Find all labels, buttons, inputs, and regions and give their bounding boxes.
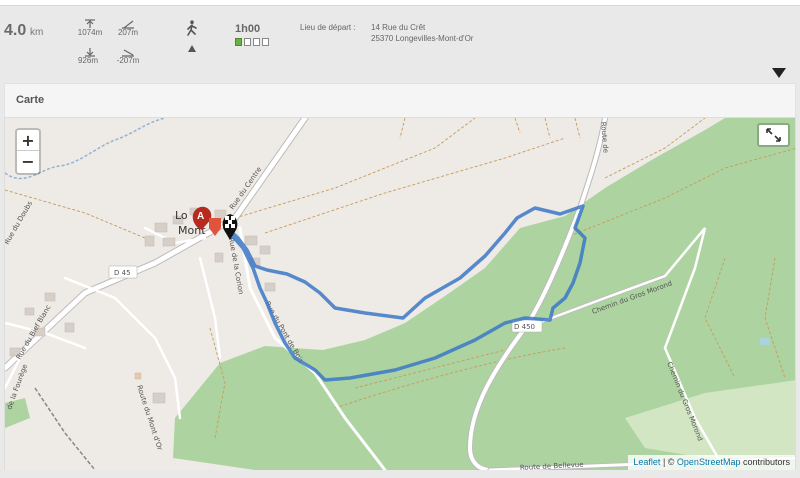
label-d450: D 450 (514, 323, 535, 331)
altitude-min: 926m (77, 56, 98, 65)
leaflet-link[interactable]: Leaflet (633, 457, 660, 467)
distance-value: 4.0 (4, 22, 27, 39)
fullscreen-icon (766, 128, 781, 142)
hiker-icon (186, 20, 198, 41)
start-marker-label: A (197, 211, 204, 222)
direction-up-icon (188, 39, 196, 57)
openstreetmap-link[interactable]: OpenStreetMap (677, 457, 741, 467)
hike-summary: 4.0 km 1074m 207m 926m -207m 1h00 Lieu d… (0, 6, 800, 82)
map-tiles: D 45 D 450 Rue du Centre Rue du Doubs Ru… (5, 118, 795, 470)
zoom-out-button[interactable]: − (17, 151, 39, 172)
map-view[interactable]: D 45 D 450 Rue du Centre Rue du Doubs Ru… (4, 118, 796, 470)
difficulty-box (262, 38, 269, 46)
elevation-gain: 207m (117, 28, 138, 37)
distance-unit: km (30, 27, 44, 38)
elevation-loss: -207m (116, 56, 140, 65)
label-rue-du-doubs: Rue du Doubs (5, 199, 34, 246)
railway (34, 387, 96, 470)
fullscreen-button[interactable] (757, 123, 790, 147)
attribution-tail: contributors (740, 457, 790, 467)
difficulty-box (235, 38, 242, 46)
map-card-header: Carte (4, 83, 796, 118)
departure-address-street: 14 Rue du Crêt (371, 23, 426, 32)
altitude-max: 1074m (77, 28, 103, 37)
map-card-title: Carte (16, 94, 45, 106)
zoom-in-button[interactable]: + (17, 130, 39, 151)
pond (760, 338, 770, 345)
attribution-separator: | © (660, 457, 677, 467)
map-attribution: Leaflet | © OpenStreetMap contributors (628, 455, 795, 470)
expand-details-button[interactable] (772, 66, 786, 78)
departure-label: Lieu de départ : (300, 23, 356, 32)
difficulty-box (244, 38, 251, 46)
label-d45: D 45 (114, 269, 131, 277)
departure-address-city: 25370 Longevilles-Mont-d'Or (371, 34, 474, 43)
zoom-control: + − (15, 128, 41, 175)
difficulty-box (253, 38, 260, 46)
triangle-down-icon (772, 68, 786, 78)
town-label-1: Lo (175, 209, 188, 222)
difficulty-indicator (235, 38, 269, 46)
duration: 1h00 (235, 23, 261, 35)
